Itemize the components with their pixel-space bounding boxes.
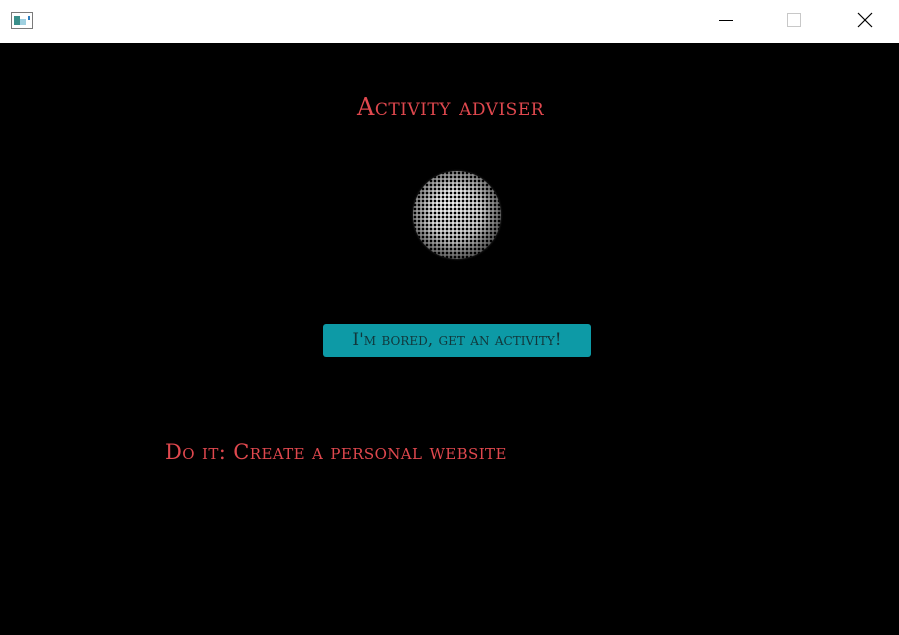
maximize-icon — [787, 12, 801, 31]
close-icon — [857, 12, 873, 32]
minimize-icon — [719, 12, 733, 31]
activity-result-text: Do it: Create a personal website — [165, 440, 507, 464]
get-activity-button[interactable]: I'm bored, get an activity! — [323, 324, 591, 357]
app-icon — [11, 12, 33, 29]
window-titlebar — [0, 0, 899, 43]
orb-image — [413, 171, 501, 259]
maximize-button[interactable] — [771, 0, 817, 43]
app-title: Activity adviser — [357, 93, 545, 121]
close-button[interactable] — [842, 0, 888, 43]
minimize-button[interactable] — [703, 0, 749, 43]
app-content: Activity adviser I'm bored, get an activ… — [0, 43, 899, 635]
